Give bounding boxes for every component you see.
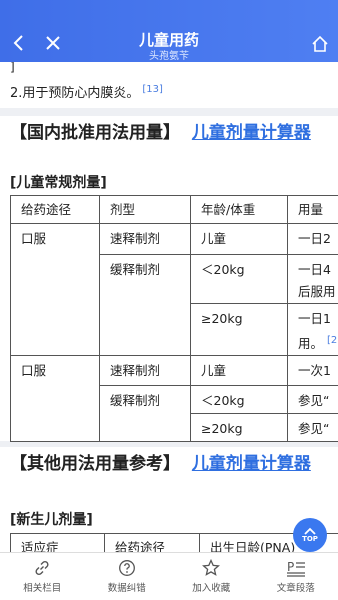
section-heading: 【其他用法用量参考】: [10, 454, 180, 474]
add-favorite-label: 加入收藏: [192, 583, 231, 594]
indication-line: 2.用于预防心内膜炎。: [10, 86, 140, 101]
star-icon: [202, 559, 221, 576]
weight-cell: ≥20kg: [190, 302, 288, 357]
table-row: 口服 速释制剂 儿童 一次1: [10, 355, 338, 443]
age-cell: 儿童: [190, 223, 288, 255]
dose-line: 后服用: [298, 284, 336, 299]
dose-cell: 一日1 用。 [2: [287, 302, 338, 357]
dose-cell: 参见“: [287, 385, 338, 415]
page-subtitle: 头孢氨苄: [149, 51, 189, 62]
form-cell: 速释制剂: [99, 355, 191, 387]
link-icon: [35, 560, 49, 576]
form-cell: 缓释制剂: [99, 385, 191, 443]
bottom-toolbar: 相关栏目 数据纠错 加入收藏 P 文章段落: [0, 552, 338, 600]
route-cell: 口服: [10, 355, 100, 443]
dose-line: 一日1: [298, 311, 331, 326]
paragraph-icon: P: [286, 560, 305, 577]
col-header-dose: 用量: [287, 195, 338, 224]
section-title: 【其他用法用量参考】 儿童剂量计算器: [10, 453, 330, 475]
weight-cell: ＜20kg: [190, 254, 288, 304]
weight-cell: ＜20kg: [190, 385, 288, 415]
form-cell: 速释制剂: [99, 223, 191, 255]
dose-line: 用。 [2: [298, 330, 338, 355]
neonatal-table: 适应症 给药途径 出生日龄(PNA): [10, 533, 338, 552]
dose-cell: 参见“: [287, 413, 338, 443]
related-columns-button[interactable]: 相关栏目: [0, 553, 85, 600]
dose-calculator-link[interactable]: 儿童剂量计算器: [192, 123, 311, 143]
home-button[interactable]: [310, 34, 330, 54]
col-header-form: 剂型: [99, 195, 191, 224]
svg-text:P: P: [287, 560, 294, 574]
weight-cell: ≥20kg: [190, 413, 288, 443]
table-header-row: 给药途径 剂型 年龄/体重 用量: [10, 195, 338, 224]
arrow-up-icon: [304, 527, 316, 535]
section-heading: 【国内批准用法用量】: [10, 123, 180, 143]
reference-link[interactable]: [2: [327, 335, 337, 346]
col-header-route: 给药途径: [104, 533, 200, 552]
dose-cell: 一日4 后服用: [287, 254, 338, 304]
form-cell: 缓释制剂: [99, 253, 191, 357]
dose-line: 一日4: [298, 262, 331, 277]
dose-calculator-link[interactable]: 儿童剂量计算器: [192, 454, 311, 474]
age-cell: 儿童: [190, 355, 288, 387]
subsection-title: [儿童常规剂量]: [10, 175, 107, 191]
col-header-indication: 适应症: [10, 533, 105, 552]
section-title: 【国内批准用法用量】 儿童剂量计算器: [10, 122, 330, 144]
indication-text: 2.用于预防心内膜炎。 [13]: [10, 82, 163, 101]
route-cell: 口服: [10, 222, 100, 357]
domestic-dosage-card: 【国内批准用法用量】 儿童剂量计算器 [儿童常规剂量] 给药途径 剂型 年龄/体…: [0, 116, 338, 443]
indication-card: ] 2.用于预防心内膜炎。 [13]: [0, 62, 338, 108]
scroll-top-button[interactable]: TOP: [293, 518, 327, 552]
reference-link[interactable]: [13]: [142, 84, 163, 95]
add-favorite-button[interactable]: 加入收藏: [169, 553, 254, 600]
col-header-route: 给药途径: [10, 195, 100, 224]
question-icon: [118, 560, 135, 576]
table-row: 口服 速释制剂 儿童 一日2: [10, 222, 338, 357]
home-icon: [312, 35, 328, 52]
app-header: 儿童用药 头孢氨苄: [0, 0, 338, 62]
scroll-top-label: TOP: [302, 535, 318, 543]
article-paragraphs-label: 文章段落: [276, 583, 315, 594]
article-paragraphs-button[interactable]: P 文章段落: [254, 553, 338, 600]
dosage-table: 给药途径 剂型 年龄/体重 用量 口服 速释制剂 儿童 一日2 缓释制剂 ＜20…: [10, 195, 338, 443]
continued-text: ]: [10, 62, 15, 74]
dose-cell: 一日2: [287, 223, 338, 255]
dose-text: 用。: [298, 336, 324, 352]
related-columns-label: 相关栏目: [23, 583, 62, 594]
table-header-row: 适应症 给药途径 出生日龄(PNA): [10, 533, 338, 552]
data-correction-label: 数据纠错: [107, 583, 146, 594]
article-content[interactable]: ] 2.用于预防心内膜炎。 [13] 【国内批准用法用量】 儿童剂量计算器 [儿童…: [0, 62, 338, 552]
data-correction-button[interactable]: 数据纠错: [85, 553, 170, 600]
dose-cell: 一次1: [287, 355, 338, 387]
other-dosage-card: 【其他用法用量参考】 儿童剂量计算器 [新生儿剂量] 适应症 给药途径 出生日龄…: [0, 447, 338, 552]
subsection-title: [新生儿剂量]: [10, 512, 93, 528]
col-header-age-weight: 年龄/体重: [190, 195, 288, 224]
